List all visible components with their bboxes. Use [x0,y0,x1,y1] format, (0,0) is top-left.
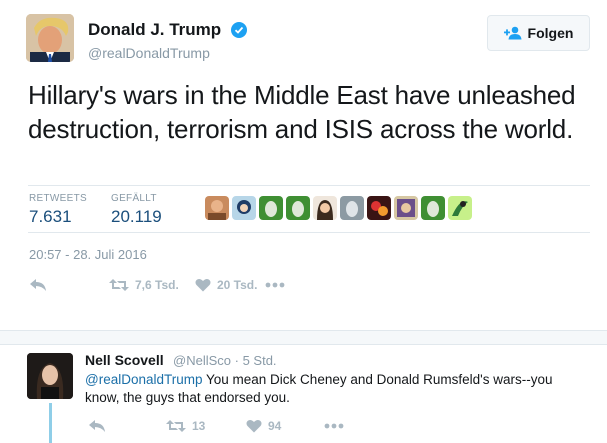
author-name[interactable]: Donald J. Trump [88,20,221,40]
more-button[interactable] [265,282,285,288]
like-count: 20 Tsd. [217,278,258,292]
follow-label: Folgen [527,25,574,41]
tweet-timestamp[interactable]: 20:57 - 28. Juli 2016 [29,247,147,262]
verified-badge-icon [231,22,247,38]
liker-avatar-default[interactable] [340,196,364,220]
heart-icon [195,278,211,292]
mention-link[interactable]: @realDonaldTrump [85,372,203,387]
liker-avatars [205,196,472,220]
reply-text: @realDonaldTrump You mean Dick Cheney an… [85,371,590,407]
like-button[interactable]: 20 Tsd. [195,278,265,292]
reply-icon [89,420,105,432]
retweets-count[interactable]: 7.631 [29,207,72,227]
reply-tweet: Nell Scovell @NellSco · 5 Std. @realDona… [0,330,607,443]
follow-button[interactable]: Folgen [487,15,590,51]
tweet-text: Hillary's wars in the Middle East have u… [28,80,576,144]
divider [28,232,590,233]
reply-age[interactable]: · 5 Std. [235,353,277,368]
liker-avatar[interactable] [448,196,472,220]
reply-more-button[interactable] [324,423,344,429]
retweet-icon [109,279,129,291]
liker-avatar[interactable] [205,196,229,220]
reply-icon [30,279,46,291]
retweet-icon [166,420,186,432]
likes-label: GEFÄLLT [111,193,157,204]
reply-separator [0,331,607,345]
reply-author-name[interactable]: Nell Scovell [85,352,164,368]
author-handle[interactable]: @realDonaldTrump [88,45,210,61]
retweets-label: RETWEETS [29,193,87,204]
author-avatar[interactable] [26,14,74,62]
heart-icon [246,419,262,433]
liker-avatar-default[interactable] [421,196,445,220]
liker-avatar-default[interactable] [286,196,310,220]
liker-avatar[interactable] [313,196,337,220]
retweet-count: 7,6 Tsd. [135,278,179,292]
add-user-icon [503,26,522,40]
likes-count[interactable]: 20.119 [111,207,162,227]
reply-reply-button[interactable] [88,419,166,433]
reply-like-button[interactable]: 94 [246,419,324,433]
liker-avatar-default[interactable] [259,196,283,220]
reply-actions: 13 94 [88,419,344,433]
retweet-button[interactable]: 7,6 Tsd. [109,278,195,292]
liker-avatar[interactable] [367,196,391,220]
reply-retweet-count: 13 [192,419,206,433]
reply-button[interactable] [29,278,109,292]
thread-line [49,403,52,443]
reply-retweet-button[interactable]: 13 [166,419,246,433]
main-tweet: Donald J. Trump @realDonaldTrump Folgen … [0,0,607,330]
liker-avatar[interactable] [232,196,256,220]
reply-author-avatar[interactable] [27,353,73,399]
tweet-actions: 7,6 Tsd. 20 Tsd. [29,278,285,292]
more-dots-icon [324,423,344,429]
more-dots-icon [265,282,285,288]
reply-meta: @NellSco · 5 Std. [173,353,277,368]
reply-like-count: 94 [268,419,282,433]
divider [28,185,590,186]
reply-author-handle[interactable]: @NellSco [173,353,231,368]
liker-avatar[interactable] [394,196,418,220]
